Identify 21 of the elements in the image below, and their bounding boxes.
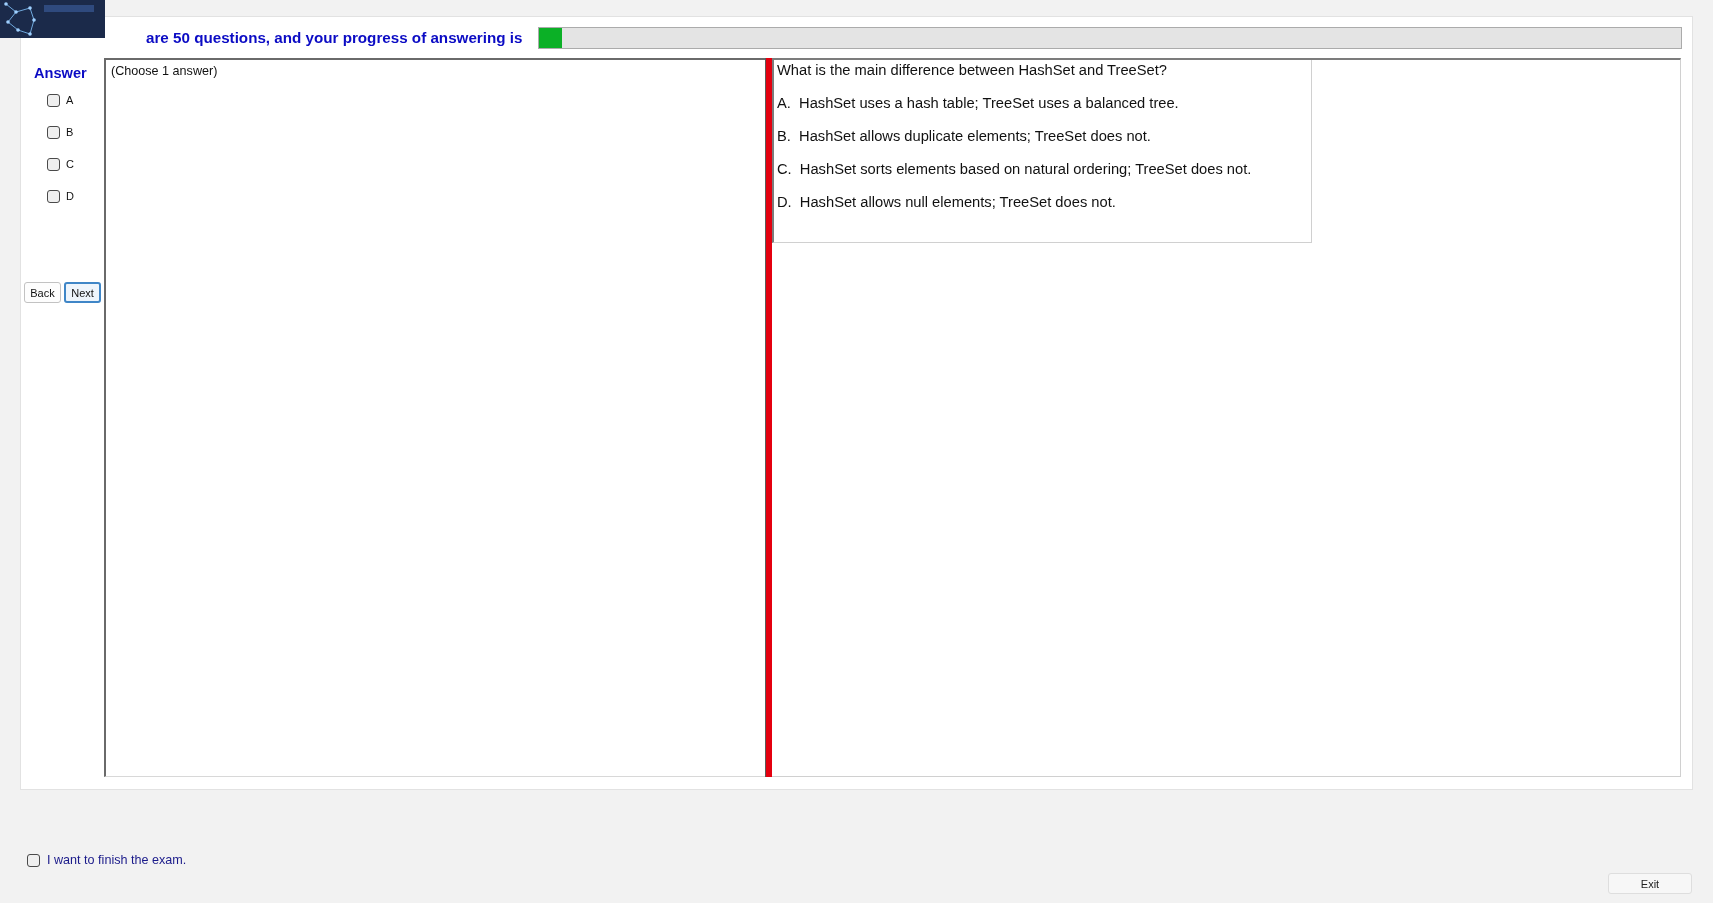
- choice-text: C. HashSet sorts elements based on natural ordering; TreeSet does not.: [777, 161, 1253, 178]
- checkbox[interactable]: [27, 853, 40, 867]
- exit-button[interactable]: Exit: [1608, 873, 1692, 894]
- back-button[interactable]: Back: [24, 282, 61, 303]
- checkbox-label: D: [66, 190, 74, 202]
- next-button[interactable]: Next: [64, 282, 101, 303]
- checkbox-label: B: [66, 126, 74, 138]
- choice-text: B. HashSet allows duplicate elements; TreeSet does not.: [777, 128, 1152, 145]
- checkbox-label: A: [66, 94, 74, 106]
- checkbox[interactable]: [47, 157, 60, 171]
- checkbox[interactable]: [47, 125, 60, 139]
- checkbox-label: C: [66, 158, 74, 170]
- checkbox[interactable]: [47, 93, 60, 107]
- progress-label: are 50 questions, and your progress of answering is: [146, 29, 523, 46]
- checkbox-label: I want to finish the exam.: [47, 853, 187, 867]
- choice-text: A. HashSet uses a hash table; TreeSet uses a balanced tree.: [777, 95, 1180, 112]
- checkbox[interactable]: [47, 189, 60, 203]
- choice-text: D. HashSet allows null elements; TreeSet does not.: [777, 194, 1117, 211]
- instruction-text: (Choose 1 answer): [111, 64, 219, 78]
- answer-heading: Answer: [34, 65, 88, 81]
- question-text: What is the main difference between HashSet and TreeSet?: [777, 62, 1168, 79]
